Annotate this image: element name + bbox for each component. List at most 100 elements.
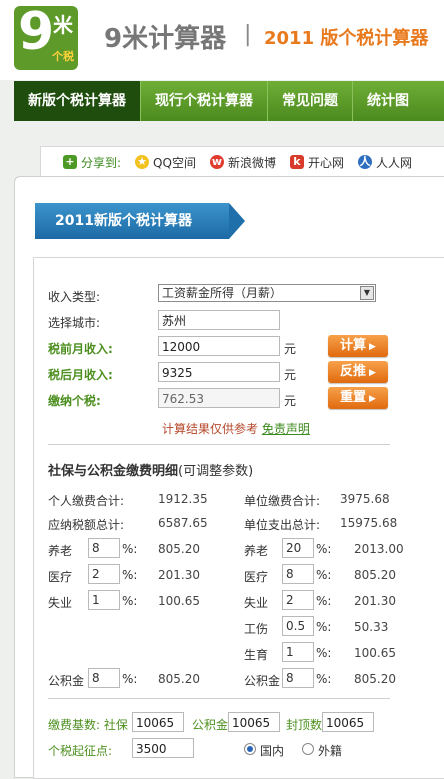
housing-base-input[interactable]: 10065 (228, 712, 280, 732)
unit-total: 3975.68 (340, 492, 390, 506)
domestic-radio[interactable] (244, 743, 256, 755)
cap-input[interactable]: 10065 (322, 712, 374, 732)
share-kaixin[interactable]: k 开心网 (289, 154, 344, 171)
calculator-panel: 2011新版个税计算器 收入类型: 工资薪金所得（月薪） ▼ 选择城市: 苏州 … (14, 176, 444, 779)
cap-label: 封顶数 (286, 718, 323, 732)
income-type-label: 收入类型: (48, 290, 101, 304)
aftertax-input[interactable]: 9325 (158, 362, 280, 382)
threshold-input[interactable]: 3500 (132, 738, 194, 758)
city-label: 选择城市: (48, 316, 101, 330)
share-label: + 分享到: (63, 154, 121, 171)
employer-pension-amount: 2013.00 (354, 542, 404, 556)
pct-label: %: (316, 594, 332, 608)
nav-stats[interactable]: 统计图 (353, 81, 423, 121)
share-bar: + 分享到: ★ QQ空间 w 新浪微博 k 开心网 人 人人网 (40, 146, 444, 177)
city-input[interactable]: 苏州 (158, 310, 280, 330)
panel-title: 2011新版个税计算器 (35, 203, 245, 239)
base-label: 缴费基数: 社保 (48, 718, 128, 732)
employer-pension-label: 养老 (244, 544, 269, 558)
employer-housing-label: 公积金 (244, 674, 281, 688)
pct-label: %: (122, 568, 138, 582)
main-nav: 新版个税计算器 现行个税计算器 常见问题 统计图 (14, 81, 444, 121)
personal-housing-amount: 805.20 (158, 672, 200, 686)
pretax-label: 税前月收入: (48, 342, 113, 356)
employer-maternity-rate[interactable]: 1 (282, 642, 314, 662)
plus-icon: + (63, 155, 77, 169)
employer-medical-amount: 805.20 (354, 568, 396, 582)
nav-faq[interactable]: 常见问题 (268, 81, 353, 121)
site-subtitle: 2011 版个税计算器 (264, 28, 429, 49)
site-header: 9 米 个税 9米计算器 | 2011 版个税计算器 (0, 0, 444, 80)
personal-pension-label: 养老 (48, 544, 73, 558)
employer-injury-rate[interactable]: 0.5 (282, 616, 314, 636)
employer-pension-rate[interactable]: 20 (282, 538, 314, 558)
logo-char: 米 (53, 13, 73, 37)
personal-medical-label: 医疗 (48, 570, 73, 584)
unit-total-label: 单位缴费合计: (244, 494, 321, 508)
logo-number: 9 (18, 6, 55, 62)
divider (48, 444, 390, 445)
header-separator: | (244, 22, 252, 47)
personal-total: 1912.35 (158, 492, 208, 506)
employer-maternity-amount: 100.65 (354, 646, 396, 660)
employer-maternity-label: 生育 (244, 648, 269, 662)
pct-label: %: (316, 568, 332, 582)
nav-new-calculator[interactable]: 新版个税计算器 (14, 81, 141, 121)
housing-base-label: 公积金 (192, 718, 229, 732)
personal-unemployment-label: 失业 (48, 596, 73, 610)
share-qzone[interactable]: ★ QQ空间 (135, 154, 196, 171)
nav-current-calculator[interactable]: 现行个税计算器 (141, 81, 268, 121)
chevron-down-icon: ▼ (360, 286, 374, 300)
qzone-icon: ★ (135, 155, 150, 169)
employer-injury-label: 工伤 (244, 622, 269, 636)
kaixin-icon: k (289, 155, 304, 169)
renren-icon: 人 (357, 155, 372, 169)
personal-housing-rate[interactable]: 8 (88, 668, 120, 688)
personal-medical-rate[interactable]: 2 (88, 564, 120, 584)
social-section-title: 社保与公积金缴费明细(可调整参数) (48, 464, 254, 479)
tax-label: 缴纳个税: (48, 394, 101, 408)
aftertax-unit: 元 (284, 368, 297, 382)
logo-sub: 个税 (52, 50, 74, 63)
share-renren[interactable]: 人 人人网 (357, 154, 412, 171)
reverse-button[interactable]: 反推 ▶ (328, 361, 388, 383)
income-type-select[interactable]: 工资薪金所得（月薪） ▼ (158, 284, 376, 302)
site-name: 9米计算器 (104, 24, 227, 54)
calculate-button[interactable]: 计算 ▶ (328, 335, 388, 357)
arrow-right-icon: ▶ (369, 394, 376, 404)
foreign-radio[interactable] (302, 743, 314, 755)
employer-unemployment-rate[interactable]: 2 (282, 590, 314, 610)
calculator-form: 收入类型: 工资薪金所得（月薪） ▼ 选择城市: 苏州 税前月收入: 12000… (33, 257, 444, 779)
tax-unit: 元 (284, 394, 297, 408)
social-base-input[interactable]: 10065 (132, 712, 184, 732)
site-logo[interactable]: 9 米 个税 (14, 6, 78, 70)
pretax-input[interactable]: 12000 (158, 336, 280, 356)
personal-pension-rate[interactable]: 8 (88, 538, 120, 558)
weibo-icon: w (209, 155, 224, 169)
personal-total-label: 个人缴费合计: (48, 494, 125, 508)
personal-pension-amount: 805.20 (158, 542, 200, 556)
personal-unemployment-amount: 100.65 (158, 594, 200, 608)
divider (48, 698, 390, 699)
domestic-label: 国内 (260, 744, 285, 758)
reset-button[interactable]: 重置 ▶ (328, 387, 388, 409)
pct-label: %: (122, 542, 138, 556)
arrow-right-icon: ▶ (369, 342, 376, 352)
share-weibo[interactable]: w 新浪微博 (209, 154, 276, 171)
tax-output: 762.53 (158, 388, 280, 408)
employer-medical-rate[interactable]: 8 (282, 564, 314, 584)
threshold-label: 个税起征点: (48, 744, 113, 758)
employer-medical-label: 医疗 (244, 570, 269, 584)
pretax-unit: 元 (284, 342, 297, 356)
employer-unemployment-label: 失业 (244, 596, 269, 610)
pct-label: %: (316, 542, 332, 556)
pct-label: %: (122, 672, 138, 686)
disclaimer-link[interactable]: 免责声明 (262, 422, 310, 436)
personal-housing-label: 公积金 (48, 674, 85, 688)
employer-housing-rate[interactable]: 8 (282, 668, 314, 688)
personal-unemployment-rate[interactable]: 1 (88, 590, 120, 610)
unit-expense-label: 单位支出总计: (244, 518, 321, 532)
pct-label: %: (316, 672, 332, 686)
result-note: 计算结果仅供参考 免责声明 (162, 422, 310, 436)
taxable-label: 应纳税额总计: (48, 518, 125, 532)
